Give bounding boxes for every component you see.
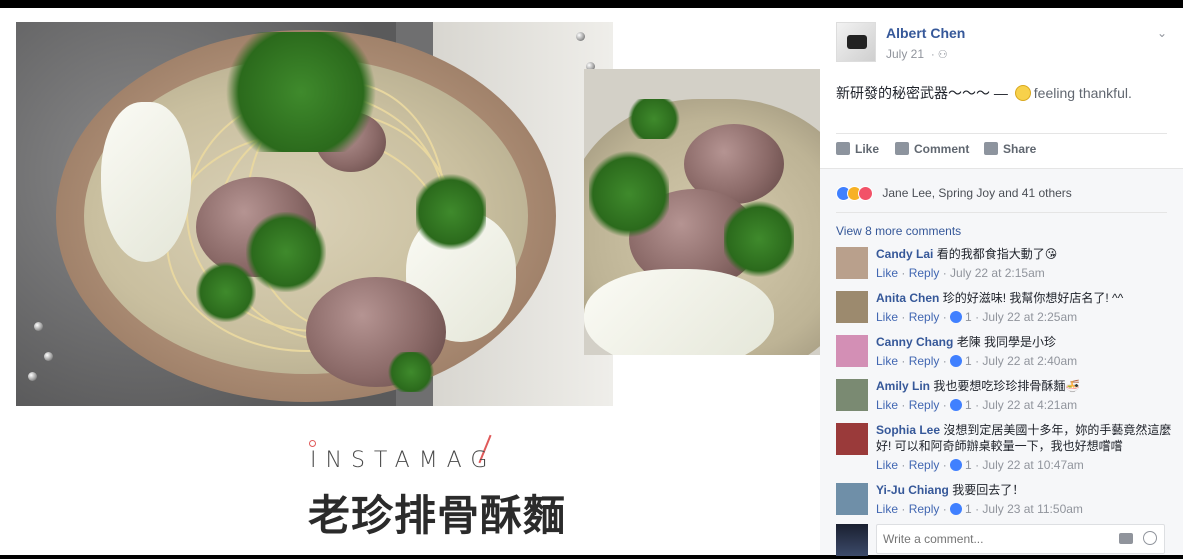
brand-dot-icon [309, 440, 316, 447]
post-header: Albert Chen July 21 · ⚇ ⌄ [836, 22, 1183, 66]
comment-time[interactable]: July 22 at 2:15am [950, 266, 1045, 280]
commenter-avatar[interactable] [836, 483, 868, 515]
comment-time[interactable]: July 22 at 2:25am [982, 310, 1077, 324]
post-panel: Albert Chen July 21 · ⚇ ⌄ 新研發的秘密武器〜〜〜 — … [820, 8, 1183, 556]
cilantro [416, 172, 486, 252]
side-food-photo [584, 69, 820, 355]
comment-time[interactable]: July 23 at 11:50am [982, 502, 1083, 516]
comment-icon [895, 142, 909, 155]
commenter-avatar[interactable] [836, 291, 868, 323]
comment-reply-link[interactable]: Reply [909, 502, 940, 516]
like-count[interactable]: 1 [965, 458, 972, 472]
author-avatar[interactable] [836, 22, 876, 62]
comment-text: 老陳 我同學是小珍 [956, 335, 1057, 349]
comment-like-link[interactable]: Like [876, 398, 898, 412]
love-reaction-icon [858, 186, 873, 201]
emoji-icon[interactable] [1143, 531, 1157, 545]
commenter-avatar[interactable] [836, 335, 868, 367]
commenter-name[interactable]: Candy Lai [876, 247, 933, 261]
comment-like-link[interactable]: Like [876, 458, 898, 472]
author-name[interactable]: Albert Chen [886, 25, 965, 41]
comment-reply-link[interactable]: Reply [909, 398, 940, 412]
commenter-avatar[interactable] [836, 379, 868, 411]
photo-viewer[interactable]: INSTAMAG 老珍排骨酥麵 [0, 8, 820, 555]
like-count[interactable]: 1 [965, 354, 972, 368]
feeling-text: feeling thankful. [1033, 85, 1132, 101]
comment-item: Sophia Lee 沒想到定居美國十多年，妳的手藝竟然這麼好! 可以和阿奇師辦… [836, 422, 1175, 482]
like-count-icon [950, 459, 963, 471]
comment-like-link[interactable]: Like [876, 310, 898, 324]
share-button[interactable]: Share [984, 142, 1036, 156]
comment-reply-link[interactable]: Reply [909, 458, 940, 472]
thumbs-up-icon [836, 142, 850, 155]
dish-name-caption: 老珍排骨酥麵 [308, 491, 567, 540]
comment-item: Amily Lin 我也要想吃珍珍排骨酥麵🍜 Like · Reply · 1 … [836, 378, 1175, 422]
commenter-name[interactable]: Amily Lin [876, 379, 930, 393]
reactions-summary[interactable]: Jane Lee, Spring Joy and 41 others [836, 186, 1072, 201]
brand-logo: INSTAMAG [310, 448, 497, 473]
radish [101, 102, 191, 262]
like-count[interactable]: 1 [965, 310, 972, 324]
cilantro [216, 32, 386, 152]
commenter-name[interactable]: Yi-Ju Chiang [876, 483, 949, 497]
post-date[interactable]: July 21 [886, 47, 924, 61]
comment-like-link[interactable]: Like [876, 502, 898, 516]
separator: — [993, 85, 1008, 101]
cilantro [386, 352, 436, 392]
like-count[interactable]: 1 [965, 398, 972, 412]
cilantro [246, 212, 326, 292]
smiley-icon [1014, 85, 1031, 101]
comment-composer [836, 524, 1167, 556]
comment-button[interactable]: Comment [895, 142, 969, 156]
comment-item: Candy Lai 看的我都食指大動了😘 Like · Reply · July… [836, 246, 1175, 290]
camera-icon[interactable] [1119, 533, 1133, 544]
comments-section: Jane Lee, Spring Joy and 41 others View … [820, 168, 1183, 556]
comment-text: 看的我都食指大動了😘 [936, 247, 1058, 261]
commenter-name[interactable]: Anita Chen [876, 291, 939, 305]
comment-text: 珍的好滋味! 我幫你想好店名了! ^^ [942, 291, 1124, 305]
cilantro [196, 262, 256, 322]
reactions-text: Jane Lee, Spring Joy and 41 others [882, 186, 1072, 200]
comment-reply-link[interactable]: Reply [909, 310, 940, 324]
comment-time[interactable]: July 22 at 10:47am [982, 458, 1083, 472]
comment-time[interactable]: July 22 at 2:40am [982, 354, 1077, 368]
like-count[interactable]: 1 [965, 502, 972, 516]
post-lightbox: INSTAMAG 老珍排骨酥麵 Albert Chen July 21 · ⚇ … [0, 8, 1183, 556]
view-more-comments-link[interactable]: View 8 more comments [836, 224, 961, 238]
message-text: 新研發的秘密武器〜〜〜 [836, 85, 990, 101]
chevron-down-icon[interactable]: ⌄ [1157, 26, 1167, 40]
like-count-icon [950, 355, 963, 367]
like-count-icon [950, 503, 963, 515]
comment-like-link[interactable]: Like [876, 266, 898, 280]
friends-icon[interactable]: · ⚇ [931, 48, 948, 61]
main-food-photo [16, 22, 613, 406]
comment-text: 我也要想吃珍珍排骨酥麵🍜 [933, 379, 1081, 393]
comment-item: Canny Chang 老陳 我同學是小珍 Like · Reply · 1 ·… [836, 334, 1175, 378]
comment-like-link[interactable]: Like [876, 354, 898, 368]
like-count-icon [950, 399, 963, 411]
comment-time[interactable]: July 22 at 4:21am [982, 398, 1077, 412]
commenter-avatar[interactable] [836, 423, 868, 455]
share-icon [984, 142, 998, 155]
comment-reply-link[interactable]: Reply [909, 266, 940, 280]
commenter-avatar[interactable] [836, 247, 868, 279]
commenter-name[interactable]: Canny Chang [876, 335, 953, 349]
comment-reply-link[interactable]: Reply [909, 354, 940, 368]
commenter-name[interactable]: Sophia Lee [876, 423, 940, 437]
comment-item: Anita Chen 珍的好滋味! 我幫你想好店名了! ^^ Like · Re… [836, 290, 1175, 334]
comment-text: 我要回去了！ [952, 483, 1025, 497]
like-button[interactable]: Like [836, 142, 879, 156]
like-count-icon [950, 311, 963, 323]
comment-item: Yi-Ju Chiang 我要回去了！ Like · Reply · 1 · J… [836, 482, 1175, 526]
current-user-avatar [836, 524, 868, 556]
post-message: 新研發的秘密武器〜〜〜 — feeling thankful. [836, 83, 1132, 103]
